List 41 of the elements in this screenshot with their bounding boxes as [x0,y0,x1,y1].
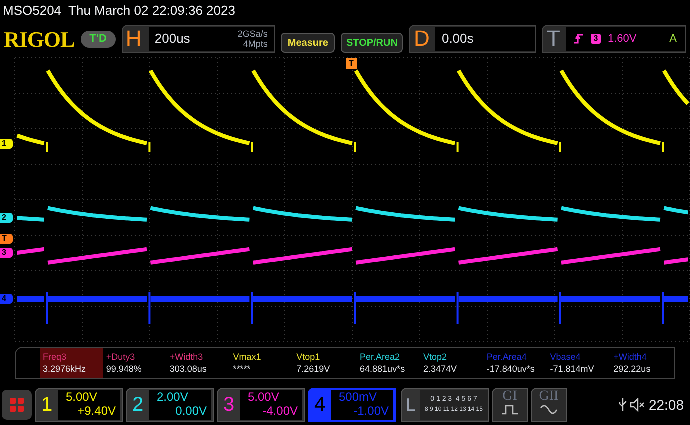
measurement-cell-text: Vtop1 7.2619V [296,351,332,376]
memory-depth: 4Mpts [243,39,268,49]
measure-button[interactable]: Measure [280,33,336,53]
measurement-cell-text: Per.Area4 -17.840uv*s [486,351,536,376]
measurement-cell-text: +Duty3 99.948% [105,351,143,376]
trigger-source-badge: 3 [590,34,601,44]
horizontal-label: H [126,28,143,50]
measurement-cell-text: Vbase4 -71.814mV [549,351,596,376]
measurement-cell-text: Per.Area2 64.881uv*s [359,351,406,376]
channel-button[interactable]: 1 5.00V +9.40V [35,388,123,422]
measurement-cell-text: +Width4 292.22us [612,351,652,376]
trigger-mode: A [670,32,677,47]
rising-edge-icon [574,33,584,45]
sine-wave-icon [540,405,558,415]
channel-marker: 4 [0,294,13,304]
trigger-label: T [546,28,562,50]
channel-button[interactable]: 2 2.00V 0.00V [126,388,214,422]
channel-marker: T [0,234,13,244]
trigger-position-marker: T [346,58,357,69]
measurement-cell-text: Vmax1 ***** [232,351,262,376]
measurement-cell-text: +Width3 303.08us [168,351,208,376]
run-state-badge: T'D [80,30,116,48]
speaker-muted-icon [630,398,646,412]
menu-icon[interactable] [2,390,32,420]
sample-rate: 2GSa/s [238,29,268,39]
clock-time: 22:08 [648,396,684,414]
measurement-cell-text: Vtop2 2.3474V [422,351,458,376]
measurement-cell: Freq3 3.2976kHz [40,348,104,378]
trigger-level: 1.60V [608,32,637,47]
status-text: MSO5204 Thu March 02 22:09:36 2023 [3,2,236,20]
stop-run-button[interactable]: STOP/RUN [341,33,403,53]
usb-icon [618,398,627,412]
channel-marker: 1 [0,139,13,149]
square-wave-icon [501,405,519,415]
delay-value: 0.00s [442,30,474,48]
channel-marker: 2 [0,213,13,223]
channel-marker: 3 [0,248,13,258]
delay-label: D [414,28,431,50]
brand-logo: RIGOL [4,26,75,54]
timebase-value: 200us [154,30,190,48]
channel-button[interactable]: 3 5.00V -4.00V [217,388,305,422]
